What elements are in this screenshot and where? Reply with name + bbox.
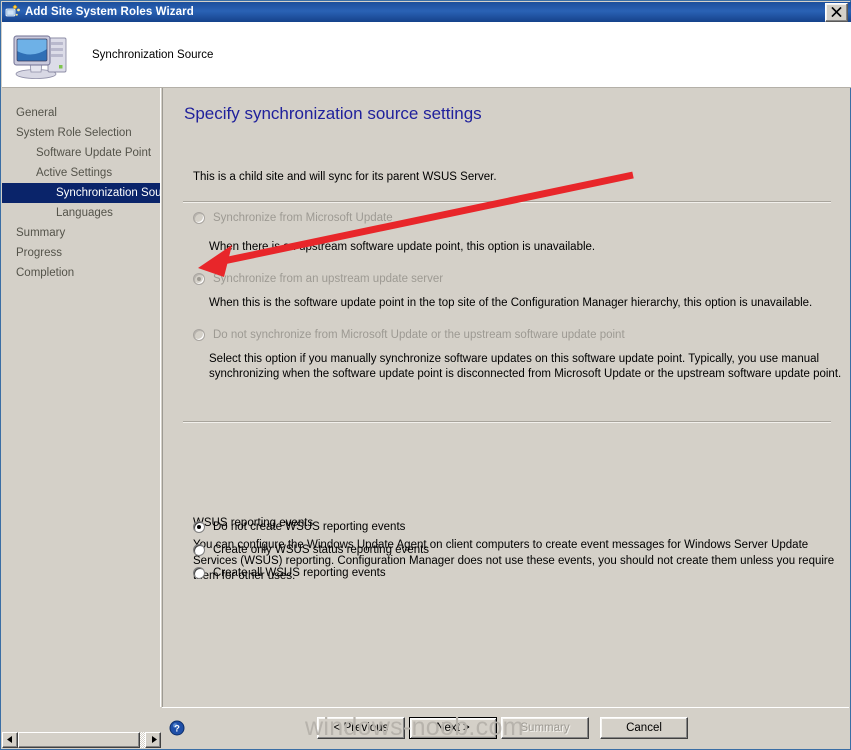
- separator-top: [183, 201, 831, 203]
- window-title: Add Site System Roles Wizard: [25, 6, 194, 18]
- radio-icon-unselected: [193, 212, 205, 224]
- radio-label: Do not synchronize from Microsoft Update…: [213, 329, 625, 341]
- scroll-left-button[interactable]: [2, 731, 18, 748]
- radio-icon-selected: [193, 273, 205, 285]
- computer-icon: [10, 29, 74, 81]
- radio-sync-upstream-server[interactable]: Synchronize from an upstream update serv…: [193, 273, 443, 286]
- scroll-right-button[interactable]: [145, 731, 161, 748]
- radio-do-not-synchronize[interactable]: Do not synchronize from Microsoft Update…: [193, 329, 625, 342]
- radio-description-sync-microsoft-update: When there is an upstream software updat…: [209, 241, 596, 253]
- help-icon[interactable]: ?: [169, 720, 185, 736]
- header-title: Synchronization Source: [92, 48, 214, 61]
- radio-create-all-events[interactable]: Create all WSUS reporting events: [193, 567, 386, 580]
- cancel-button[interactable]: Cancel: [600, 717, 688, 739]
- sidebar-item-progress[interactable]: Progress: [2, 243, 160, 263]
- wizard-header: Synchronization Source: [2, 22, 851, 88]
- wizard-window: Add Site System Roles Wizard Synchroniza…: [0, 0, 851, 750]
- sidebar-item-summary[interactable]: Summary: [2, 223, 160, 243]
- sidebar-item-synchronization-source[interactable]: Synchronization Source: [2, 183, 177, 203]
- radio-description-sync-upstream-server: When this is the software update point i…: [209, 297, 813, 309]
- wizard-content: Specify synchronization source settings …: [162, 88, 849, 708]
- radio-label: Create only WSUS status reporting events: [213, 544, 430, 556]
- scrollbar-thumb[interactable]: [18, 731, 140, 748]
- sidebar-item-general[interactable]: General: [2, 103, 160, 123]
- next-button[interactable]: Next >: [409, 717, 497, 739]
- sidebar-item-software-update-point[interactable]: Software Update Point: [2, 143, 160, 163]
- horizontal-scrollbar[interactable]: [2, 731, 161, 748]
- close-icon: [831, 7, 842, 17]
- sidebar-item-system-role-selection[interactable]: System Role Selection: [2, 123, 160, 143]
- radio-icon-unselected: [193, 329, 205, 341]
- page-title: Specify synchronization source settings: [184, 104, 482, 123]
- wizard-icon: [5, 4, 21, 20]
- sidebar-item-languages[interactable]: Languages: [2, 203, 160, 223]
- radio-do-not-create-events[interactable]: Do not create WSUS reporting events: [193, 521, 405, 534]
- wizard-footer: ? < Previous Next > Summary Cancel: [162, 707, 849, 748]
- wizard-step-list: General System Role Selection Software U…: [2, 88, 177, 708]
- radio-description-do-not-synchronize: Select this option if you manually synch…: [209, 353, 842, 380]
- scrollbar-track[interactable]: [18, 731, 145, 748]
- separator-reporting: [183, 421, 831, 423]
- previous-button[interactable]: < Previous: [317, 717, 405, 739]
- summary-button: Summary: [501, 717, 589, 739]
- radio-label: Synchronize from an upstream update serv…: [213, 273, 444, 285]
- triangle-right-icon: [151, 736, 157, 743]
- radio-icon-selected: [193, 521, 205, 533]
- close-button[interactable]: [825, 2, 848, 22]
- radio-sync-microsoft-update[interactable]: Synchronize from Microsoft Update: [193, 212, 393, 225]
- radio-label: Synchronize from Microsoft Update: [213, 212, 393, 224]
- title-bar: Add Site System Roles Wizard: [2, 2, 851, 22]
- radio-label: Do not create WSUS reporting events: [213, 521, 406, 533]
- radio-label: Create all WSUS reporting events: [213, 567, 386, 579]
- intro-text: This is a child site and will sync for i…: [193, 171, 497, 183]
- triangle-left-icon: [6, 736, 12, 743]
- svg-text:?: ?: [174, 724, 180, 735]
- sidebar-item-completion[interactable]: Completion: [2, 263, 160, 283]
- radio-icon-unselected: [193, 544, 205, 556]
- radio-create-status-events[interactable]: Create only WSUS status reporting events: [193, 544, 429, 557]
- radio-icon-unselected: [193, 567, 205, 579]
- sidebar-item-active-settings[interactable]: Active Settings: [2, 163, 160, 183]
